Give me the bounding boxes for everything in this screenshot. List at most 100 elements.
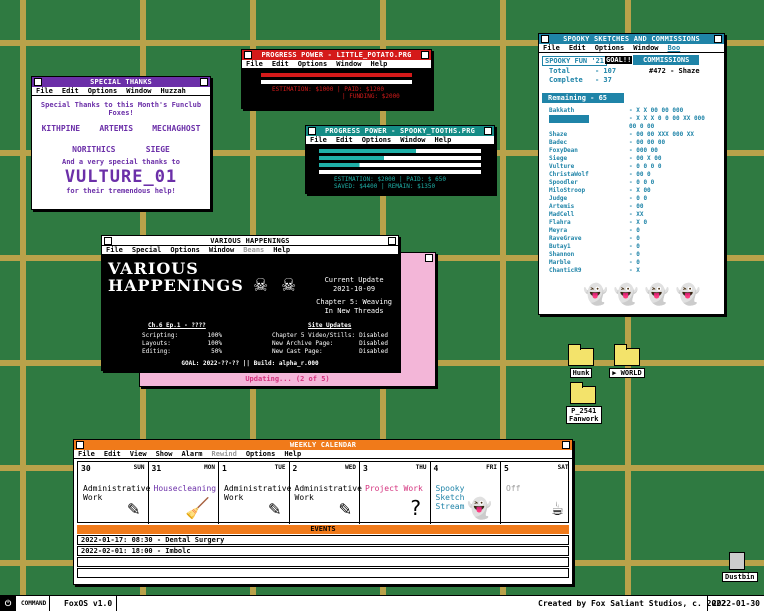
event-row[interactable]: 2022-01-17: 08:30 - Dental Surgery xyxy=(77,535,569,545)
goal-badge: GOAL!! xyxy=(605,56,633,64)
menu-window[interactable]: Window xyxy=(633,44,658,52)
menu-show[interactable]: Show xyxy=(156,450,173,458)
day-cell[interactable]: 1 TUE Administrative Work ✎ xyxy=(219,462,291,524)
menu-edit[interactable]: Edit xyxy=(336,136,353,144)
saved-text: SAVED: $4400 | REMAIN: $1350 xyxy=(334,183,436,190)
icon-label-line: Fanwork xyxy=(569,415,599,423)
credit-text: Created by Fox Saliant Studios, c. 2022 xyxy=(538,599,726,608)
menu-window[interactable]: Window xyxy=(209,246,234,254)
day-event-icon: ? xyxy=(409,496,422,520)
zoom-box[interactable] xyxy=(200,78,208,86)
menu-options[interactable]: Options xyxy=(362,136,392,144)
menu-view[interactable]: View xyxy=(130,450,147,458)
menu-edit[interactable]: Edit xyxy=(62,87,79,95)
event-row[interactable] xyxy=(77,568,569,578)
event-row[interactable] xyxy=(77,557,569,567)
stat-value: 50% xyxy=(211,348,222,355)
commission-list: Bakkath - X X 00 00 000- X X X 0 0 00 XX … xyxy=(539,107,724,275)
zoom-box[interactable] xyxy=(425,254,433,262)
weekly-calendar-window[interactable]: WEEKLY CALENDAR File Edit View Show Alarm Rew… xyxy=(73,439,573,585)
close-box[interactable] xyxy=(541,35,549,43)
day-cell[interactable]: 3 THU Project Work? xyxy=(360,462,431,524)
special-thanks-window[interactable]: SPECIAL THANKS File Edit Options Window Huzz… xyxy=(31,76,211,210)
total-value: - 107 xyxy=(595,67,617,75)
menu-window[interactable]: Window xyxy=(400,136,425,144)
menu-edit[interactable]: Edit xyxy=(569,44,586,52)
day-cell[interactable]: 31 MON Housecleaning 🧹 xyxy=(149,462,219,524)
episode-label: Ch.6 Ep.1 - ???? xyxy=(148,322,206,329)
menu-options[interactable]: Options xyxy=(88,87,118,95)
menu-window[interactable]: Window xyxy=(336,60,361,68)
menu-options[interactable]: Options xyxy=(298,60,328,68)
zoom-box[interactable] xyxy=(714,35,722,43)
progress-tooths-window[interactable]: PROGRESS POWER - SPOOKY_TOOTHS.PRG File E… xyxy=(305,125,495,194)
close-box[interactable] xyxy=(308,127,316,135)
command-button[interactable]: COMMAND xyxy=(18,596,51,611)
day-cell[interactable]: 30 SUN Administrative Work ✎ xyxy=(78,462,150,524)
close-box[interactable] xyxy=(244,51,252,59)
close-box[interactable] xyxy=(34,78,42,86)
day-number: 1 xyxy=(222,464,227,473)
menu-options[interactable]: Options xyxy=(246,450,276,458)
menu-help[interactable]: Help xyxy=(284,450,301,458)
power-icon[interactable]: ⏻ xyxy=(0,596,16,611)
progress-potato-window[interactable]: PROGRESS POWER - LITTLE_POTATO.PRG File E… xyxy=(241,49,432,109)
menu-file[interactable]: File xyxy=(246,60,263,68)
client-marks: - X 00 xyxy=(629,187,651,194)
menu-edit[interactable]: Edit xyxy=(104,450,121,458)
ghost-icons: 👻 👻 👻 👻 xyxy=(583,282,701,306)
fanwork-folder-icon[interactable]: P_2541 Fanwork xyxy=(566,382,602,424)
client-name xyxy=(549,115,589,123)
menu-beans[interactable]: Beans xyxy=(243,246,264,254)
spooky-commissions-window[interactable]: SPOOKY SKETCHES AND COMMISSIONS File Edit… xyxy=(538,33,725,315)
day-number: 5 xyxy=(504,464,509,473)
menu-window[interactable]: Window xyxy=(126,87,151,95)
stat-row: Editing: 50% xyxy=(142,348,222,356)
commission-row: FoxyDean - 000 00 xyxy=(549,147,724,155)
name: ARTEMIS xyxy=(99,124,134,133)
stat-row: Scripting: 100% xyxy=(142,332,222,340)
zoom-box[interactable] xyxy=(484,127,492,135)
menu-huzzah[interactable]: Huzzah xyxy=(161,87,186,95)
site-row: Chapter 5 Video/Stills: Disabled xyxy=(272,332,388,340)
day-cell[interactable]: 4 FRI Spooky Sketch Stream 👻 xyxy=(431,462,501,524)
dustbin-icon[interactable]: Dustbin xyxy=(722,552,758,582)
menu-help[interactable]: Help xyxy=(435,136,452,144)
event-row[interactable]: 2022-02-01: 18:00 - Imbolc xyxy=(77,546,569,556)
zoom-box[interactable] xyxy=(562,441,570,449)
various-happenings-window[interactable]: VARIOUS HAPPENINGS File Special Options Win… xyxy=(101,235,399,371)
menu-boo[interactable]: Boo xyxy=(668,44,681,52)
zoom-box[interactable] xyxy=(421,51,429,59)
menu-special[interactable]: Special xyxy=(132,246,162,254)
world-folder-icon[interactable]: ▶ WORLD xyxy=(608,344,646,378)
menu-help[interactable]: Help xyxy=(371,60,388,68)
client-name: Butay1 xyxy=(549,243,571,250)
menu-file[interactable]: File xyxy=(543,44,560,52)
menu-help[interactable]: Help xyxy=(273,246,290,254)
hunk-folder-icon[interactable]: Hunk xyxy=(566,344,596,378)
spooky-fun-tab[interactable]: SPOOKY FUN '21 xyxy=(542,56,608,66)
commissions-tab[interactable]: COMMISSIONS xyxy=(633,55,700,65)
close-box[interactable] xyxy=(104,237,112,245)
chapter-title: In New Threads xyxy=(324,307,384,315)
stat-value: 100% xyxy=(207,340,222,347)
menu-file[interactable]: File xyxy=(36,87,53,95)
day-cell[interactable]: 2 WED Administrative Work ✎ xyxy=(290,462,362,524)
menu-alarm[interactable]: Alarm xyxy=(181,450,202,458)
menu-rewind[interactable]: Rewind xyxy=(212,450,237,458)
menu-file[interactable]: File xyxy=(106,246,123,254)
client-name: Flahra xyxy=(549,219,571,226)
menu-edit[interactable]: Edit xyxy=(272,60,289,68)
menu-file[interactable]: File xyxy=(310,136,327,144)
close-box[interactable] xyxy=(76,441,84,449)
client-name: Vulture xyxy=(549,163,575,170)
commission-row: ChanticR9 - X xyxy=(549,267,724,275)
menu-options[interactable]: Options xyxy=(170,246,200,254)
menu-bar: File Edit Options Window Help xyxy=(242,60,431,69)
zoom-box[interactable] xyxy=(388,237,396,245)
vulture-name: VULTURE_01 xyxy=(64,167,178,187)
menu-file[interactable]: File xyxy=(78,450,95,458)
day-cell[interactable]: 5 SAT Off ☕ xyxy=(501,462,572,524)
menu-options[interactable]: Options xyxy=(595,44,625,52)
stat-row: Layouts: 100% xyxy=(142,340,222,348)
